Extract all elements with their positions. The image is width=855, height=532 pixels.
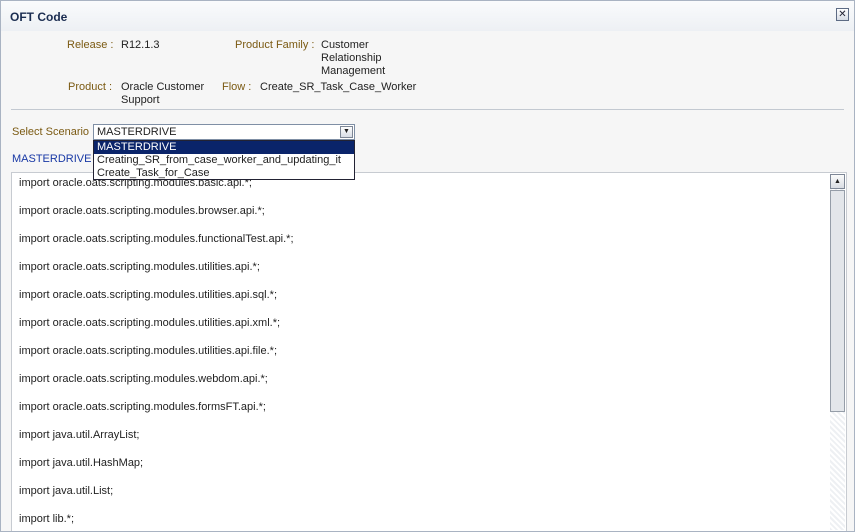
product-family-value-line-2: Relationship xyxy=(321,52,382,64)
chevron-down-icon[interactable]: ▼ xyxy=(340,126,353,138)
select-scenario-label: Select Scenario xyxy=(12,126,90,138)
product-label: Product : xyxy=(68,81,113,93)
scenario-option-masterdrive[interactable]: MASTERDRIVE xyxy=(94,141,354,154)
scrollbar-thumb[interactable] xyxy=(830,190,845,412)
flow-label: Flow : xyxy=(222,81,252,93)
dialog-title: OFT Code xyxy=(10,10,68,24)
product-value-line-2: Support xyxy=(121,94,160,106)
flow-value: Create_SR_Task_Case_Worker xyxy=(260,81,417,93)
code-line: import oracle.oats.scripting.modules.uti… xyxy=(19,289,278,301)
scenario-dropdown-list: MASTERDRIVE Creating_SR_from_case_worker… xyxy=(93,140,355,180)
code-viewer[interactable]: import oracle.oats.scripting.modules.bas… xyxy=(11,172,847,531)
scenario-select[interactable]: MASTERDRIVE ▼ xyxy=(93,124,355,140)
oft-code-dialog: OFT Code ✕ Release : R12.1.3 Product Fam… xyxy=(0,0,855,532)
code-line: import java.util.List; xyxy=(19,485,114,497)
release-label: Release : xyxy=(67,39,114,51)
product-family-label: Product Family : xyxy=(235,39,315,51)
code-line: import oracle.oats.scripting.modules.uti… xyxy=(19,345,278,357)
vertical-scrollbar[interactable]: ▲ xyxy=(830,174,845,530)
code-line: import oracle.oats.scripting.modules.web… xyxy=(19,373,268,385)
dialog-title-bar: OFT Code ✕ xyxy=(1,1,854,31)
code-line: import oracle.oats.scripting.modules.for… xyxy=(19,401,266,413)
code-line: import java.util.HashMap; xyxy=(19,457,144,469)
code-line: import oracle.oats.scripting.modules.fun… xyxy=(19,233,294,245)
product-value-line-1: Oracle Customer xyxy=(121,81,205,93)
code-line: import oracle.oats.scripting.modules.uti… xyxy=(19,317,281,329)
section-divider xyxy=(11,109,844,110)
code-line: import oracle.oats.scripting.modules.bro… xyxy=(19,205,265,217)
current-scenario-link[interactable]: MASTERDRIVE xyxy=(12,153,91,165)
code-line: import oracle.oats.scripting.modules.uti… xyxy=(19,261,260,273)
scenario-option-creating-sr[interactable]: Creating_SR_from_case_worker_and_updatin… xyxy=(94,154,354,167)
product-family-value-line-3: Management xyxy=(321,65,386,77)
scenario-select-value: MASTERDRIVE xyxy=(97,126,177,138)
close-icon[interactable]: ✕ xyxy=(836,8,849,21)
scroll-up-icon[interactable]: ▲ xyxy=(830,174,845,189)
code-line: import java.util.ArrayList; xyxy=(19,429,140,441)
code-line: import lib.*; xyxy=(19,513,75,525)
scenario-option-create-task[interactable]: Create_Task_for_Case xyxy=(94,167,354,180)
product-family-value-line-1: Customer xyxy=(321,39,369,51)
release-value: R12.1.3 xyxy=(121,39,160,51)
